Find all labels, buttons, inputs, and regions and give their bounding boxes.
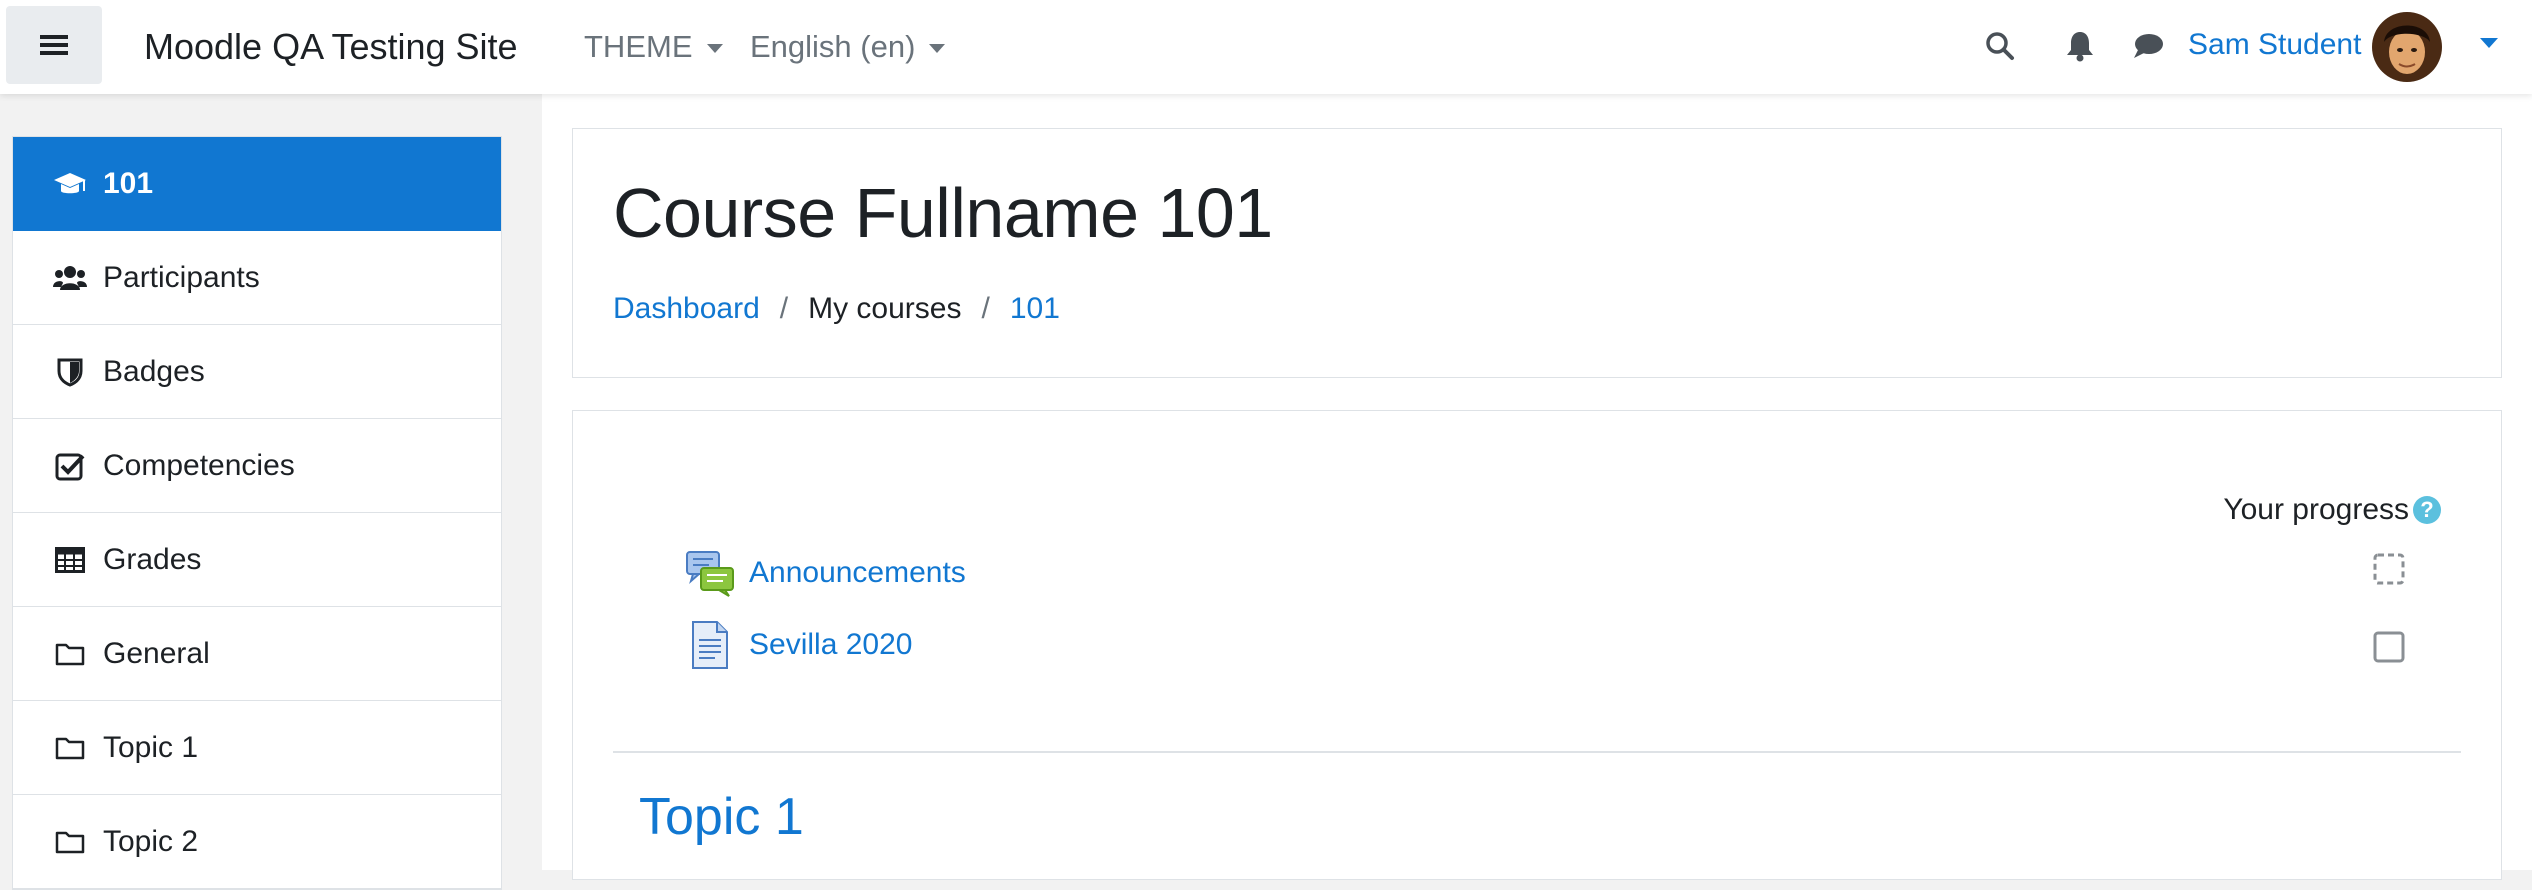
drawer-item-label: Topic 2 bbox=[103, 824, 199, 858]
drawer-item-grades[interactable]: Grades bbox=[13, 513, 501, 607]
drawer-item-label: Badges bbox=[103, 354, 205, 388]
progress-header: Your progress ? bbox=[2223, 493, 2441, 527]
graduation-cap-icon bbox=[53, 167, 87, 201]
forum-icon bbox=[685, 548, 735, 598]
breadcrumb: Dashboard / My courses / 101 bbox=[613, 289, 1060, 329]
drawer-item-course-home[interactable]: 101 bbox=[13, 137, 501, 231]
table-icon bbox=[53, 543, 87, 577]
breadcrumb-course[interactable]: 101 bbox=[1010, 292, 1060, 326]
folder-icon bbox=[53, 825, 87, 859]
page-title: Course Fullname 101 bbox=[613, 174, 1273, 252]
user-menu-name[interactable]: Sam Student bbox=[2188, 0, 2361, 90]
drawer-item-label: Grades bbox=[103, 542, 202, 576]
help-icon[interactable]: ? bbox=[2413, 496, 2441, 524]
breadcrumb-separator: / bbox=[779, 292, 789, 325]
drawer-item-label: Participants bbox=[103, 260, 260, 294]
folder-icon bbox=[53, 637, 87, 671]
site-name-link[interactable]: Moodle QA Testing Site bbox=[144, 0, 518, 94]
drawer-item-label: General bbox=[103, 636, 210, 670]
drawer-nav-list: 101 Participants Badges Competencies Gra… bbox=[12, 136, 502, 890]
activity-announcements: Announcements bbox=[685, 545, 966, 601]
chevron-down-icon bbox=[929, 43, 946, 53]
users-icon bbox=[53, 261, 87, 295]
activity-link[interactable]: Announcements bbox=[749, 556, 966, 590]
page-header: Course Fullname 101 Dashboard / My cours… bbox=[572, 128, 2502, 378]
section-divider bbox=[613, 751, 2461, 753]
progress-label: Your progress bbox=[2223, 493, 2409, 526]
page-icon bbox=[685, 620, 735, 670]
language-menu[interactable]: English (en) bbox=[750, 0, 946, 94]
chevron-down-icon bbox=[706, 43, 723, 53]
drawer-item-competencies[interactable]: Competencies bbox=[13, 419, 501, 513]
automatic-completion-checkbox bbox=[2373, 553, 2405, 585]
section-title-topic-1[interactable]: Topic 1 bbox=[639, 787, 804, 847]
activity-sevilla-2020: Sevilla 2020 bbox=[685, 617, 912, 673]
search-icon[interactable] bbox=[1980, 26, 2020, 66]
shield-icon bbox=[53, 355, 87, 389]
theme-menu[interactable]: THEME bbox=[584, 0, 723, 94]
avatar[interactable] bbox=[2372, 12, 2442, 82]
drawer-item-participants[interactable]: Participants bbox=[13, 231, 501, 325]
drawer-item-topic-2[interactable]: Topic 2 bbox=[13, 795, 501, 889]
drawer-item-label: Topic 1 bbox=[103, 730, 199, 764]
comment-icon[interactable] bbox=[2128, 26, 2168, 66]
breadcrumb-my-courses: My courses bbox=[808, 292, 962, 325]
drawer-item-label: Competencies bbox=[103, 448, 295, 482]
breadcrumb-dashboard[interactable]: Dashboard bbox=[613, 292, 760, 326]
nav-drawer: 101 Participants Badges Competencies Gra… bbox=[0, 94, 540, 890]
language-menu-label: English (en) bbox=[750, 29, 916, 64]
drawer-item-general[interactable]: General bbox=[13, 607, 501, 701]
user-menu-chevron-icon[interactable] bbox=[2480, 38, 2498, 48]
activity-link[interactable]: Sevilla 2020 bbox=[749, 628, 912, 662]
check-square-icon bbox=[53, 449, 87, 483]
manual-completion-checkbox[interactable] bbox=[2373, 631, 2405, 663]
breadcrumb-separator: / bbox=[981, 292, 990, 325]
drawer-item-label: 101 bbox=[103, 166, 154, 200]
drawer-item-topic-1[interactable]: Topic 1 bbox=[13, 701, 501, 795]
folder-icon bbox=[53, 731, 87, 765]
course-content: Your progress ? Announcements Sevilla 20… bbox=[572, 410, 2502, 880]
bars-icon bbox=[40, 35, 68, 55]
drawer-item-badges[interactable]: Badges bbox=[13, 325, 501, 419]
theme-menu-label: THEME bbox=[584, 29, 693, 64]
top-navbar: Moodle QA Testing Site THEME English (en… bbox=[0, 0, 2532, 94]
bell-icon[interactable] bbox=[2060, 26, 2100, 66]
drawer-toggle-button[interactable] bbox=[6, 6, 102, 84]
